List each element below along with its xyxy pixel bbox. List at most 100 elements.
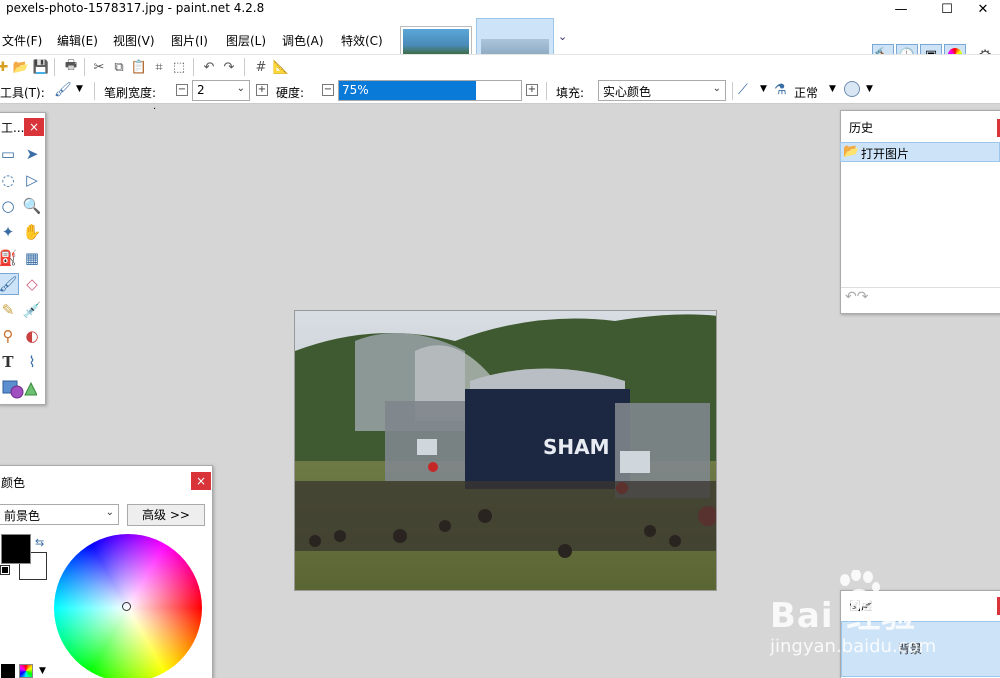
color-wheel[interactable] <box>54 534 202 678</box>
lasso-select-icon[interactable]: ◌ <box>0 169 19 191</box>
toolbar-divider <box>244 58 245 76</box>
menu-layers[interactable]: 图层(L) <box>226 32 266 49</box>
open-folder-icon: 📂 <box>843 144 860 159</box>
chevron-down-icon[interactable]: ▼ <box>866 84 873 94</box>
tool-options-bar: 工具(T): 🖌 ▼ 笔刷宽度: − 2 ⌄ + 硬度: − 75% + 填充:… <box>0 78 1000 104</box>
reset-colors-icon[interactable] <box>0 565 10 575</box>
advanced-button[interactable]: 高级 >> <box>127 504 205 526</box>
history-item[interactable]: 📂 打开图片 <box>840 142 1000 162</box>
brush-width-increase-button[interactable]: + <box>256 84 268 96</box>
ruler-icon[interactable]: 📐 <box>272 58 290 76</box>
menu-image[interactable]: 图片(I) <box>171 32 208 49</box>
rectangle-select-icon[interactable]: ▭ <box>0 143 19 165</box>
move-selected-pixels-icon[interactable]: ➤ <box>21 143 43 165</box>
chevron-down-icon: ⌄ <box>236 83 245 94</box>
fill-mode-combo[interactable]: 实心颜色 ⌄ <box>598 80 726 101</box>
blend-mode-value[interactable]: 正常 <box>794 84 818 101</box>
brush-width-label: 笔刷宽度: <box>104 86 157 100</box>
primary-color-swatch[interactable] <box>1 534 31 564</box>
close-icon[interactable]: × <box>24 118 44 136</box>
palette-black-swatch[interactable] <box>1 664 15 678</box>
colors-panel: 颜色 × 前景色 ⌄ 高级 >> ⇆ ▼ <box>0 465 213 678</box>
hardness-label: 硬度: <box>276 86 305 100</box>
color-picker-icon[interactable]: 💉 <box>21 299 43 321</box>
brush-width-combo[interactable]: 2 ⌄ <box>192 80 250 101</box>
tools-panel-title: 工... <box>1 121 25 135</box>
chevron-down-icon[interactable]: ▼ <box>76 84 83 94</box>
move-selection-icon[interactable]: ▷ <box>21 169 43 191</box>
menu-effects[interactable]: 特效(C) <box>341 32 383 49</box>
baidu-watermark-url: jingyan.baidu.com <box>770 636 937 657</box>
deselect-icon[interactable]: ⬚ <box>170 58 188 76</box>
copy-icon[interactable]: ⧉ <box>110 58 128 76</box>
save-icon[interactable]: 💾 <box>32 58 50 76</box>
chevron-down-icon[interactable]: ▼ <box>829 84 836 94</box>
color-mode-value: 前景色 <box>4 509 41 523</box>
cursor-dot: · <box>153 104 157 115</box>
recolor-icon[interactable]: ◐ <box>21 325 43 347</box>
clone-stamp-icon[interactable]: ⚲ <box>0 325 19 347</box>
window-title: pexels-photo-1578317.jpg - paint.net 4.2… <box>6 1 265 15</box>
toolbar-divider <box>84 58 85 76</box>
canvas-image[interactable]: SHAM <box>294 310 717 591</box>
pan-hand-icon[interactable]: ✋ <box>21 221 43 243</box>
palette-icon[interactable] <box>19 664 33 678</box>
color-mode-combo[interactable]: 前景色 ⌄ <box>0 504 119 525</box>
undo-icon[interactable]: ↶ <box>200 58 218 76</box>
gradient-icon[interactable]: ▦ <box>21 247 43 269</box>
chevron-down-icon[interactable]: ⌄ <box>558 30 567 43</box>
menu-edit[interactable]: 编辑(E) <box>57 32 98 49</box>
selection-mode-icon[interactable] <box>844 81 860 97</box>
cut-icon[interactable]: ✂ <box>90 58 108 76</box>
close-window-button[interactable]: ✕ <box>960 0 1000 18</box>
stage-sign-text: SHAM <box>543 435 610 459</box>
menu-view[interactable]: 视图(V) <box>113 32 155 49</box>
chevron-down-icon[interactable]: ▼ <box>39 666 46 676</box>
close-icon[interactable]: × <box>191 472 211 490</box>
new-file-icon[interactable]: ✚ <box>0 58 12 76</box>
line-curve-icon[interactable]: ⌇ <box>21 351 43 373</box>
fill-mode-value: 实心颜色 <box>603 85 652 99</box>
chevron-down-icon[interactable]: ▼ <box>760 84 767 94</box>
tools-panel: 工... × ▭ ➤ ◌ ▷ ○ 🔍 ✦ ✋ ⛽ ▦ 🖌 ◇ ✎ 💉 ⚲ ◐ T… <box>0 112 46 405</box>
paint-bucket-icon[interactable]: ⛽ <box>0 247 19 269</box>
toolbar-divider <box>546 82 547 100</box>
hardness-increase-button[interactable]: + <box>526 84 538 96</box>
brush-width-decrease-button[interactable]: − <box>176 84 188 96</box>
print-icon[interactable]: 🖶 <box>62 58 80 76</box>
antialiasing-icon[interactable]: ⟋ <box>738 82 748 98</box>
open-folder-icon[interactable]: 📂 <box>12 58 30 76</box>
paw-icon <box>836 569 882 613</box>
paste-icon[interactable]: 📋 <box>130 58 148 76</box>
history-undo-icon[interactable]: ↶↷ <box>845 289 868 305</box>
grid-icon[interactable]: # <box>252 58 270 76</box>
pencil-icon[interactable]: ✎ <box>0 299 19 321</box>
brush-width-value: 2 <box>197 83 205 97</box>
history-panel-title: 历史 <box>849 121 874 135</box>
toolbar-divider <box>732 82 733 100</box>
menu-adjustments[interactable]: 调色(A) <box>282 32 324 49</box>
paintbrush-icon[interactable]: 🖌 <box>0 273 19 295</box>
color-wheel-picker[interactable] <box>122 602 131 611</box>
panel-divider <box>841 287 1000 288</box>
paintbrush-icon[interactable]: 🖌 <box>54 82 72 98</box>
history-panel: 历史 ↶↷ <box>840 110 1000 314</box>
hardness-slider[interactable]: 75% <box>338 80 522 101</box>
toolbar-divider <box>54 58 55 76</box>
minimize-button[interactable]: — <box>878 0 924 18</box>
hardness-decrease-button[interactable]: − <box>322 84 334 96</box>
ellipse-select-icon[interactable]: ○ <box>0 195 19 217</box>
menu-bar: 文件(F) 编辑(E) 视图(V) 图片(I) 图层(L) 调色(A) 特效(C… <box>0 18 1000 72</box>
menu-file[interactable]: 文件(F) <box>2 32 42 49</box>
redo-icon[interactable]: ↷ <box>220 58 238 76</box>
toolbar-divider <box>193 58 194 76</box>
swap-colors-icon[interactable]: ⇆ <box>35 536 44 549</box>
shapes-icon[interactable] <box>1 377 37 399</box>
crop-icon[interactable]: ⌗ <box>150 58 168 76</box>
text-tool-icon[interactable]: T <box>0 351 19 373</box>
eraser-icon[interactable]: ◇ <box>21 273 43 295</box>
zoom-icon[interactable]: 🔍 <box>21 195 43 217</box>
chevron-down-icon: ⌄ <box>712 83 721 94</box>
magic-wand-icon[interactable]: ✦ <box>0 221 19 243</box>
colors-panel-title: 颜色 <box>1 476 26 490</box>
